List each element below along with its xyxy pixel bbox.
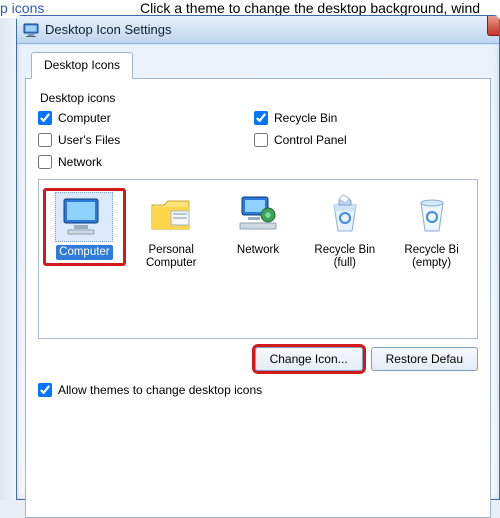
icon-item-recycle-full-label: Recycle Bin (full) [305, 243, 384, 271]
button-row: Change Icon... Restore Defau [38, 347, 478, 371]
checkbox-computer-input[interactable] [38, 111, 52, 125]
icon-item-network[interactable]: Network [219, 190, 298, 258]
app-icon [23, 22, 39, 38]
background-fade [0, 18, 16, 500]
change-icon-button[interactable]: Change Icon... [255, 347, 363, 371]
recycle-bin-full-icon [316, 190, 374, 240]
checkbox-recycle-bin[interactable]: Recycle Bin [254, 111, 464, 125]
tab-strip: Desktop Icons [25, 52, 491, 78]
checkbox-recycle-label: Recycle Bin [274, 111, 337, 125]
checkbox-computer[interactable]: Computer [38, 111, 248, 125]
window-title: Desktop Icon Settings [45, 22, 171, 37]
restore-defaults-button[interactable]: Restore Defau [371, 347, 478, 371]
checkbox-network-label: Network [58, 155, 102, 169]
network-icon [229, 190, 287, 240]
icon-preview-box[interactable]: Computer Personal Computer Network [38, 179, 478, 339]
checkbox-users-files[interactable]: User's Files [38, 133, 248, 147]
tab-page: Desktop icons Computer Recycle Bin User'… [25, 78, 491, 518]
titlebar[interactable]: Desktop Icon Settings [17, 16, 499, 44]
allow-themes-checkbox[interactable] [38, 383, 52, 397]
folder-icon [142, 190, 200, 240]
client-area: Desktop Icons Desktop icons Computer Rec… [17, 44, 499, 518]
icon-item-personal-label: Personal Computer [132, 243, 211, 271]
close-button[interactable] [487, 16, 499, 36]
icon-item-computer[interactable]: Computer [45, 190, 124, 264]
checkbox-control-panel-input[interactable] [254, 133, 268, 147]
allow-themes-label: Allow themes to change desktop icons [58, 383, 262, 397]
icon-item-personal-computer[interactable]: Personal Computer [132, 190, 211, 271]
icon-item-recycle-full[interactable]: Recycle Bin (full) [305, 190, 384, 271]
checkbox-network-input[interactable] [38, 155, 52, 169]
icon-item-computer-label: Computer [56, 245, 113, 260]
computer-icon [55, 192, 113, 242]
background-hint: Click a theme to change the desktop back… [140, 0, 480, 16]
desktop-icon-settings-window: Desktop Icon Settings Desktop Icons Desk… [16, 15, 500, 500]
checkbox-users-files-label: User's Files [58, 133, 120, 147]
checkbox-control-panel-label: Control Panel [274, 133, 347, 147]
checkbox-users-files-input[interactable] [38, 133, 52, 147]
checkbox-recycle-input[interactable] [254, 111, 268, 125]
checkbox-control-panel[interactable]: Control Panel [254, 133, 464, 147]
tab-desktop-icons[interactable]: Desktop Icons [31, 52, 133, 79]
icon-item-network-label: Network [234, 243, 282, 258]
checkbox-grid: Computer Recycle Bin User's Files Contro… [38, 111, 478, 169]
checkbox-network[interactable]: Network [38, 155, 248, 169]
group-title: Desktop icons [40, 91, 478, 105]
allow-themes-row[interactable]: Allow themes to change desktop icons [38, 383, 478, 397]
background-link[interactable]: p icons [0, 0, 44, 16]
icon-item-recycle-empty-label: Recycle Bi (empty) [392, 243, 471, 271]
checkbox-computer-label: Computer [58, 111, 111, 125]
icon-item-recycle-empty[interactable]: Recycle Bi (empty) [392, 190, 471, 271]
recycle-bin-empty-icon [403, 190, 461, 240]
